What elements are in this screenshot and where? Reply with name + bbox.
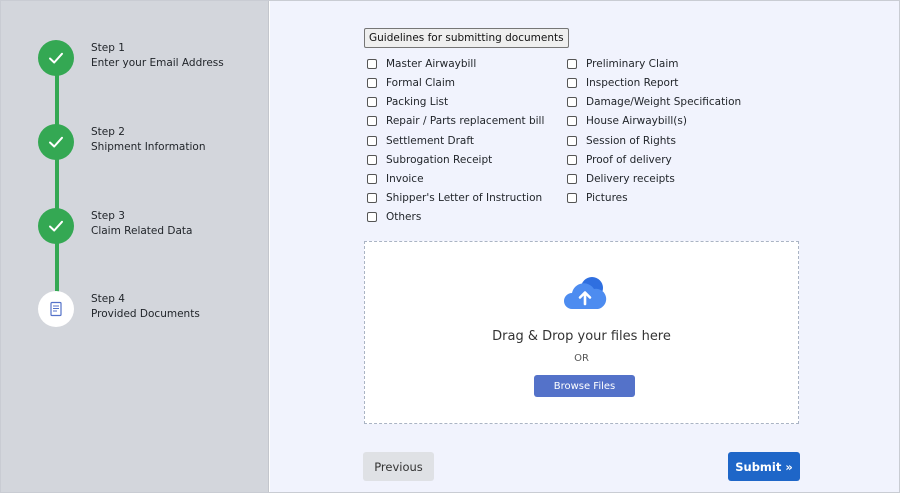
cloud-upload-icon	[564, 277, 607, 309]
step-3-title: Claim Related Data	[91, 225, 193, 237]
step-3: Step 3 Claim Related Data	[38, 208, 268, 248]
checkbox-box[interactable]	[567, 155, 577, 165]
checkbox-inspection-report[interactable]: Inspection Report	[567, 76, 678, 90]
checkbox-label: Subrogation Receipt	[386, 154, 493, 166]
checkbox-repair-parts-bill[interactable]: Repair / Parts replacement bill	[367, 114, 544, 128]
step-3-number: Step 3	[91, 210, 125, 222]
checkbox-box[interactable]	[367, 78, 377, 88]
step-3-check-icon	[38, 208, 74, 244]
checkbox-label: Invoice	[386, 173, 424, 185]
checkbox-label: Master Airwaybill	[386, 58, 477, 70]
checkbox-box[interactable]	[567, 97, 577, 107]
step-1-check-icon	[38, 40, 74, 76]
checkbox-box[interactable]	[567, 193, 577, 203]
checkbox-label: Pictures	[586, 192, 628, 204]
checkbox-box[interactable]	[367, 193, 377, 203]
checkbox-settlement-draft[interactable]: Settlement Draft	[367, 134, 474, 148]
step-1: Step 1 Enter your Email Address	[38, 40, 268, 80]
checkbox-box[interactable]	[367, 116, 377, 126]
checkbox-box[interactable]	[367, 59, 377, 69]
checkbox-box[interactable]	[567, 116, 577, 126]
checkbox-packing-list[interactable]: Packing List	[367, 95, 448, 109]
browse-files-button[interactable]: Browse Files	[534, 375, 635, 397]
checkbox-label: Formal Claim	[386, 77, 455, 89]
file-dropzone[interactable]: Drag & Drop your files here OR Browse Fi…	[364, 241, 799, 424]
submit-button[interactable]: Submit »	[728, 452, 800, 481]
checkbox-damage-weight-spec[interactable]: Damage/Weight Specification	[567, 95, 741, 109]
checkbox-label: Preliminary Claim	[586, 58, 679, 70]
checkbox-invoice[interactable]: Invoice	[367, 172, 424, 186]
checkbox-box[interactable]	[367, 212, 377, 222]
checkbox-label: Others	[386, 211, 422, 223]
checkbox-label: Delivery receipts	[586, 173, 675, 185]
step-2-title: Shipment Information	[91, 141, 206, 153]
dropzone-instruction: Drag & Drop your files here	[492, 329, 671, 344]
checkbox-label: Proof of delivery	[586, 154, 672, 166]
checkbox-box[interactable]	[567, 78, 577, 88]
checkbox-box[interactable]	[367, 155, 377, 165]
checkbox-label: Settlement Draft	[386, 135, 474, 147]
checkbox-label: House Airwaybill(s)	[586, 115, 687, 127]
checkbox-box[interactable]	[367, 136, 377, 146]
stepper-track	[55, 57, 59, 309]
checkbox-label: Damage/Weight Specification	[586, 96, 742, 108]
checkbox-subrogation-receipt[interactable]: Subrogation Receipt	[367, 153, 492, 167]
step-1-title: Enter your Email Address	[91, 57, 224, 69]
step-2: Step 2 Shipment Information	[38, 124, 268, 164]
checkbox-preliminary-claim[interactable]: Preliminary Claim	[567, 57, 678, 71]
checkbox-box[interactable]	[567, 59, 577, 69]
dropzone-or: OR	[574, 353, 589, 364]
checkbox-delivery-receipts[interactable]: Delivery receipts	[567, 172, 675, 186]
checkbox-label: Repair / Parts replacement bill	[386, 115, 545, 127]
step-4-number: Step 4	[91, 293, 125, 305]
checkbox-box[interactable]	[367, 97, 377, 107]
step-2-number: Step 2	[91, 126, 125, 138]
checkbox-box[interactable]	[367, 174, 377, 184]
guidelines-button[interactable]: Guidelines for submitting documents	[364, 28, 569, 48]
checkbox-pictures[interactable]: Pictures	[567, 191, 628, 205]
checkbox-house-airwaybill[interactable]: House Airwaybill(s)	[567, 114, 687, 128]
checkbox-proof-of-delivery[interactable]: Proof of delivery	[567, 153, 672, 167]
step-4: Step 4 Provided Documents	[38, 291, 268, 331]
previous-button[interactable]: Previous	[363, 452, 434, 481]
checkbox-label: Session of Rights	[586, 135, 676, 147]
step-4-title: Provided Documents	[91, 308, 200, 320]
step-2-check-icon	[38, 124, 74, 160]
checkbox-session-of-rights[interactable]: Session of Rights	[567, 134, 676, 148]
checkbox-label: Packing List	[386, 96, 449, 108]
checkbox-shippers-letter[interactable]: Shipper's Letter of Instruction	[367, 191, 542, 205]
step-1-number: Step 1	[91, 42, 125, 54]
checkbox-master-airwaybill[interactable]: Master Airwaybill	[367, 57, 476, 71]
checkbox-box[interactable]	[567, 174, 577, 184]
checkbox-label: Inspection Report	[586, 77, 679, 89]
checkbox-label: Shipper's Letter of Instruction	[386, 192, 543, 204]
checkbox-formal-claim[interactable]: Formal Claim	[367, 76, 455, 90]
step-4-document-icon	[38, 291, 74, 327]
checkbox-box[interactable]	[567, 136, 577, 146]
checkbox-others[interactable]: Others	[367, 210, 421, 224]
